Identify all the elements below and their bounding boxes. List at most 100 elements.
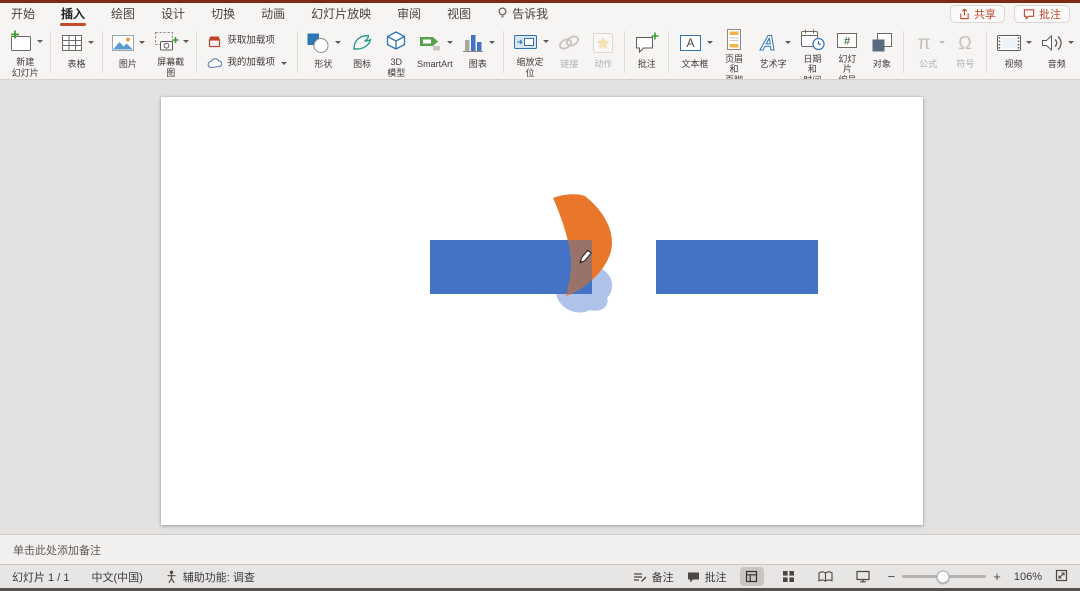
cube-icon xyxy=(387,30,406,50)
zoom-slider-thumb[interactable] xyxy=(936,570,950,583)
notes-pane[interactable]: 单击此处添加备注 xyxy=(0,534,1080,564)
tab-home[interactable]: 开始 xyxy=(10,3,36,25)
equation-button: π 公式 xyxy=(908,26,949,78)
slide[interactable] xyxy=(161,97,923,525)
lightbulb-icon xyxy=(498,7,507,17)
bar-chart-icon xyxy=(463,34,484,52)
audio-button[interactable]: 音频 xyxy=(1036,26,1078,78)
group-separator xyxy=(668,31,670,73)
tab-slideshow[interactable]: 幻灯片放映 xyxy=(310,3,372,25)
zoom-control: − + xyxy=(888,569,1001,584)
tab-design[interactable]: 设计 xyxy=(160,3,186,25)
link-button: 链接 xyxy=(552,26,586,78)
tab-tell-me[interactable]: 告诉我 xyxy=(496,3,549,25)
store-icon xyxy=(209,36,221,47)
action-button: 动作 xyxy=(586,26,620,78)
get-addins-button[interactable]: 获取加载项 xyxy=(207,34,287,49)
zoom-slider[interactable] xyxy=(902,570,987,583)
dropdown-caret xyxy=(335,41,342,44)
link-icon xyxy=(559,35,580,49)
date-time-button[interactable]: 日期和 时间 xyxy=(795,26,830,79)
group-separator xyxy=(50,31,52,73)
3d-models-button[interactable]: 3D 模型 xyxy=(379,26,413,78)
normal-view-button[interactable] xyxy=(739,567,764,586)
zoom-link-button[interactable]: 缩放定位 xyxy=(508,26,552,78)
cloud-icon xyxy=(207,57,223,68)
notes-icon xyxy=(633,572,647,582)
textbox-button[interactable]: A 文本框 xyxy=(673,26,716,78)
reading-view-icon xyxy=(818,571,833,582)
zoom-out-button[interactable]: − xyxy=(888,569,896,584)
textbox-icon: A xyxy=(679,34,701,51)
tab-transitions[interactable]: 切换 xyxy=(210,3,236,25)
video-icon xyxy=(996,34,1021,51)
wordart-button[interactable]: A 艺术字 xyxy=(752,26,795,78)
slideshow-icon xyxy=(856,570,870,583)
picture-button[interactable]: 图片 xyxy=(107,26,149,78)
zoom-slides-icon xyxy=(513,34,537,49)
slide-number-icon: # xyxy=(837,33,858,48)
svg-text:A: A xyxy=(686,36,694,50)
icons-button[interactable]: 图标 xyxy=(345,26,379,78)
notes-toggle[interactable]: 备注 xyxy=(633,569,674,585)
slide-counter: 幻灯片 1 / 1 xyxy=(12,571,70,584)
comment-icon xyxy=(1023,8,1035,20)
tab-draw[interactable]: 绘图 xyxy=(110,3,136,25)
reading-view-button[interactable] xyxy=(814,567,838,586)
smartart-button[interactable]: SmartArt xyxy=(413,26,456,78)
dropdown-caret xyxy=(938,41,945,44)
tab-view[interactable]: 视图 xyxy=(446,3,472,25)
new-slide-button[interactable]: 新建 幻灯片 xyxy=(4,26,46,78)
ribbon-tabs: 开始 插入 绘图 设计 切换 动画 幻灯片放映 审阅 视图 告诉我 xyxy=(10,3,549,26)
shapes-button[interactable]: 形状 xyxy=(302,26,345,78)
video-button[interactable]: 视频 xyxy=(991,26,1035,78)
dropdown-caret xyxy=(280,61,287,65)
my-addins-button[interactable]: 我的加载项 xyxy=(207,56,287,71)
slide-sorter-view-button[interactable] xyxy=(777,567,801,586)
object-button[interactable]: 对象 xyxy=(865,26,899,78)
slide-editing-area[interactable] xyxy=(0,80,1080,534)
table-button[interactable]: 表格 xyxy=(55,26,97,78)
header-footer-button[interactable]: 页眉和 页脚 xyxy=(716,26,751,79)
screenshot-icon xyxy=(154,31,179,51)
dropdown-caret xyxy=(542,40,549,44)
addins-group: 获取加载项 我的加载项 xyxy=(201,26,293,78)
svg-text:Ω: Ω xyxy=(959,33,972,53)
svg-text:π: π xyxy=(917,33,930,54)
status-bar: 幻灯片 1 / 1 中文(中国) 辅助功能: 调查 备注 批注 − + 106% xyxy=(0,564,1080,588)
comments-toggle[interactable]: 批注 xyxy=(687,569,727,585)
fit-to-window-button[interactable] xyxy=(1055,569,1068,585)
comments-button[interactable]: 批注 xyxy=(1014,4,1070,23)
accessibility-status[interactable]: 辅助功能: 调查 xyxy=(165,569,255,585)
zoom-percentage[interactable]: 106% xyxy=(1014,571,1042,583)
slide-shapes xyxy=(430,194,818,313)
object-icon xyxy=(872,32,892,51)
symbol-button: Ω 符号 xyxy=(948,26,982,78)
svg-text:#: # xyxy=(844,36,850,48)
zoom-in-button[interactable]: + xyxy=(993,569,1001,584)
slideshow-view-button[interactable] xyxy=(851,567,875,586)
ribbon-insert: 新建 幻灯片 表格 图片 屏幕截图 获取加载项 我的加载项 形状 图标 3D 模… xyxy=(0,24,1080,80)
slide-number-button[interactable]: # 幻灯片 编号 xyxy=(830,26,865,79)
right-blue-rectangle[interactable] xyxy=(656,240,818,294)
chart-button[interactable]: 图表 xyxy=(457,26,499,78)
group-separator xyxy=(502,31,504,73)
tab-animations[interactable]: 动画 xyxy=(260,3,286,25)
star-icon xyxy=(593,32,614,53)
comment-filled-icon xyxy=(687,572,699,582)
language-indicator[interactable]: 中文(中国) xyxy=(91,569,142,585)
screenshot-button[interactable]: 屏幕截图 xyxy=(149,26,192,78)
dropdown-caret xyxy=(446,41,453,44)
equation-pi-icon: π xyxy=(917,33,930,54)
share-button[interactable]: 共享 xyxy=(950,4,1005,23)
dropdown-caret xyxy=(706,41,713,44)
notes-placeholder[interactable]: 单击此处添加备注 xyxy=(13,542,101,558)
tab-review[interactable]: 审阅 xyxy=(396,3,422,25)
dropdown-caret xyxy=(1068,41,1075,44)
left-blue-rectangle[interactable] xyxy=(430,240,592,294)
dropdown-caret xyxy=(88,41,95,44)
tab-insert[interactable]: 插入 xyxy=(60,3,87,26)
symbol-omega-icon: Ω xyxy=(959,33,972,53)
dropdown-caret xyxy=(489,41,496,44)
new-comment-button[interactable]: 批注 xyxy=(629,26,664,78)
